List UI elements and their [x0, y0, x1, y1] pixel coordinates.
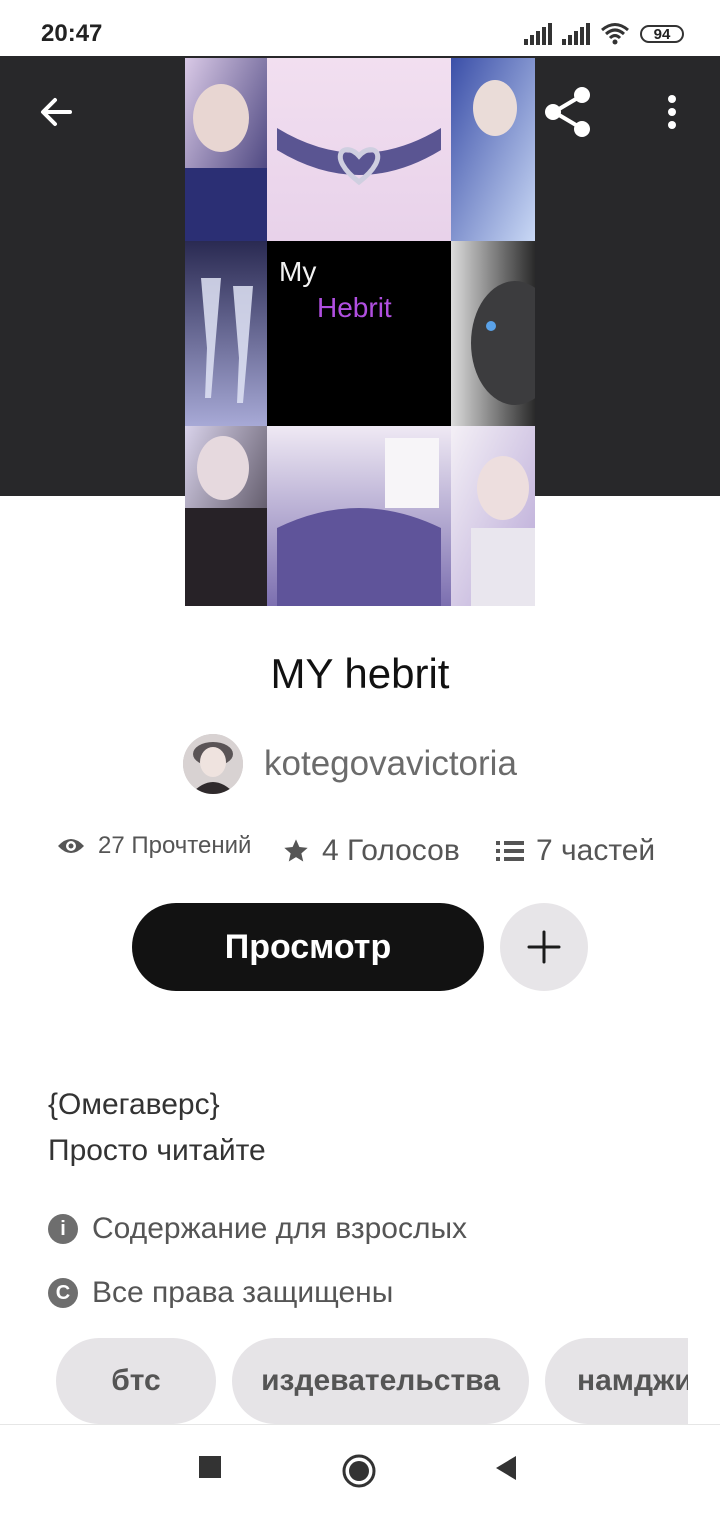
story-description: {Омегаверс} Просто читайте [48, 1082, 266, 1174]
eye-icon [58, 839, 84, 853]
author-row[interactable]: kotegovavictoria [183, 734, 517, 794]
votes-count: 4 Голосов [322, 834, 460, 867]
add-to-library-button[interactable] [500, 903, 588, 991]
more-options-button[interactable] [648, 84, 696, 140]
status-icons: 94 [524, 22, 684, 46]
status-time: 20:47 [41, 20, 103, 47]
tag-chip[interactable]: бтс [56, 1338, 216, 1424]
home-circle-icon [342, 1454, 376, 1488]
plus-icon [527, 930, 561, 964]
tag-chip[interactable]: издевательства [232, 1338, 529, 1424]
cover-title-line2: Hebrit [317, 292, 392, 323]
cover-title-line1: My [279, 256, 317, 287]
avatar[interactable] [183, 734, 243, 794]
description-line: {Омегаверс} [48, 1088, 220, 1121]
copyright-icon: C [48, 1278, 78, 1308]
description-line: Просто читайте [48, 1134, 266, 1167]
signal-icon [524, 23, 552, 45]
back-nav-button[interactable] [494, 1455, 518, 1481]
reads-count: 27 Прочтений [98, 832, 252, 859]
cover-collage [185, 58, 535, 606]
signal-icon [562, 23, 590, 45]
star-icon [284, 839, 308, 862]
share-icon [545, 87, 590, 137]
votes-stat: 4 Голосов [282, 834, 460, 868]
mature-content-row: i Содержание для взрослых [48, 1212, 467, 1246]
triangle-back-icon [496, 1456, 516, 1480]
more-vertical-icon [668, 95, 676, 129]
parts-stat[interactable]: 7 частей [496, 834, 655, 868]
mature-label: Содержание для взрослых [92, 1212, 468, 1245]
copyright-row: C Все права защищены [48, 1276, 393, 1310]
square-icon [199, 1456, 221, 1478]
avatar-image [183, 734, 243, 794]
share-button[interactable] [538, 82, 598, 142]
list-icon [496, 841, 524, 861]
story-cover[interactable]: My Hebrit [185, 58, 535, 606]
home-button[interactable] [341, 1453, 377, 1489]
story-stats: 27 Прочтений 4 Голосов 7 частей [56, 828, 676, 876]
parts-count: 7 частей [536, 834, 656, 867]
copyright-label: Все права защищены [92, 1276, 394, 1309]
info-icon: i [48, 1214, 78, 1244]
author-name[interactable]: kotegovavictoria [264, 744, 517, 784]
tag-list: бтс издевательства намджин [56, 1338, 688, 1424]
status-bar: 20:47 94 [0, 0, 720, 56]
tag-chip[interactable]: намджин [545, 1338, 688, 1424]
wifi-icon [601, 23, 629, 45]
recents-button[interactable] [198, 1455, 222, 1479]
back-button[interactable] [28, 84, 84, 140]
story-title: MY hebrit [270, 650, 450, 697]
arrow-left-icon [41, 98, 72, 126]
battery-icon: 94 [640, 25, 684, 43]
system-nav-bar [0, 1424, 720, 1521]
reads-stat: 27 Прочтений [56, 832, 251, 860]
read-button[interactable]: Просмотр [132, 903, 484, 991]
